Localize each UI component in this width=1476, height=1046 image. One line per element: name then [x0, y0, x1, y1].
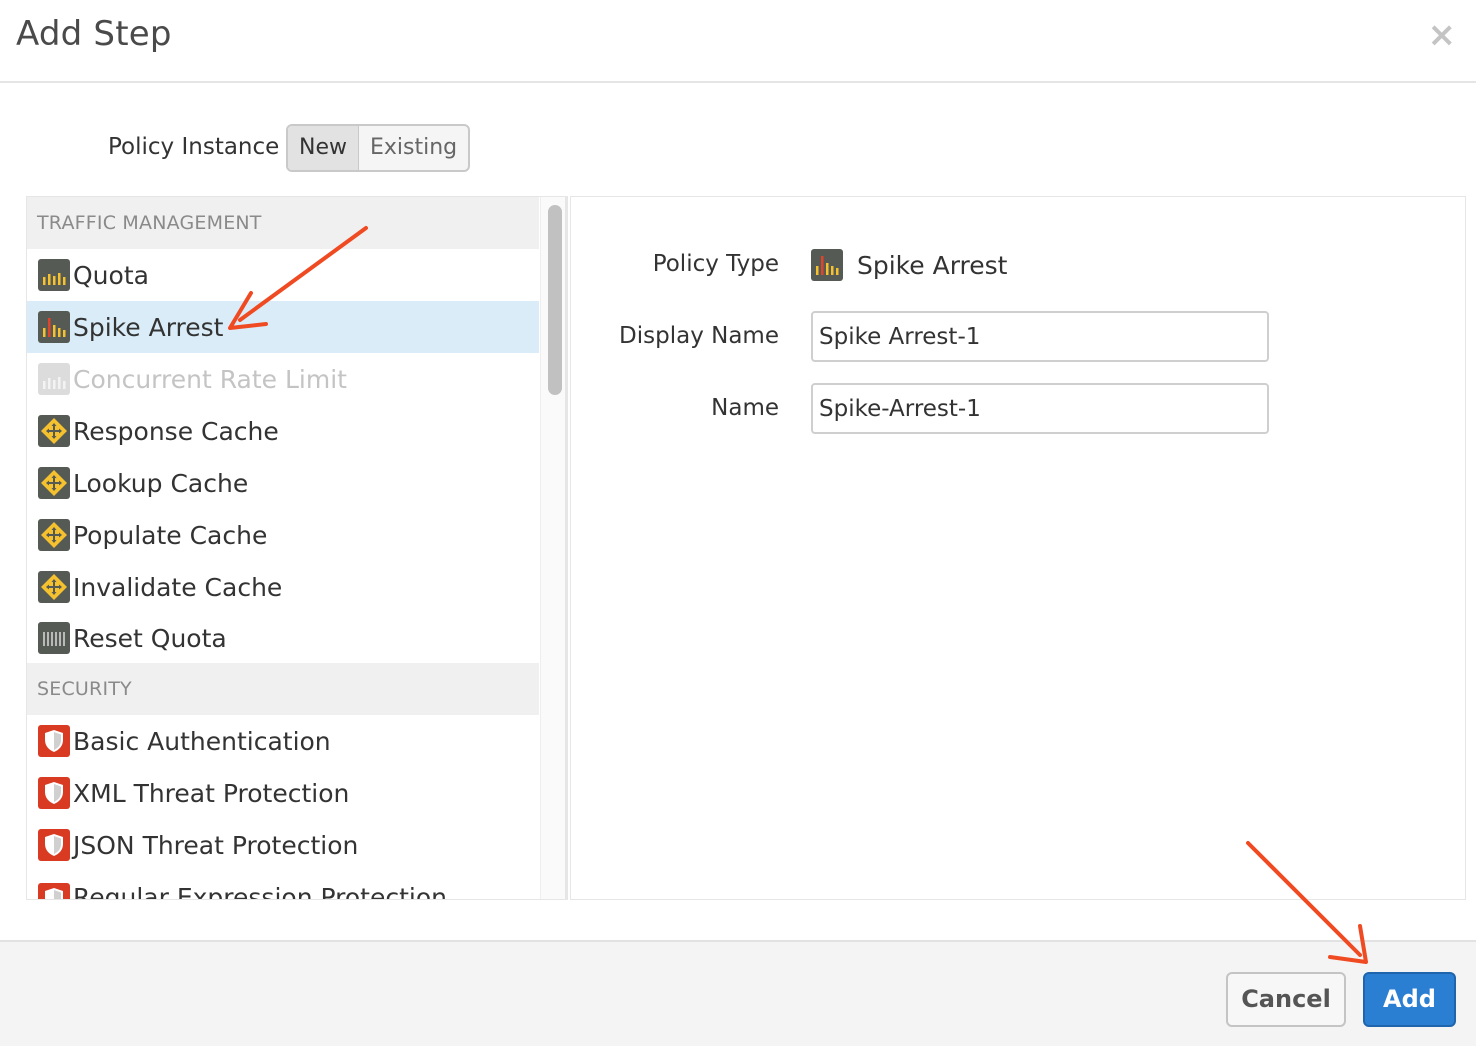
policy-item-label: JSON Threat Protection [73, 830, 359, 860]
policy-item-response-cache[interactable]: Response Cache [27, 405, 539, 457]
policy-item-label: Lookup Cache [73, 468, 249, 498]
policy-item-label: Populate Cache [73, 520, 268, 550]
dialog-title: Add Step [16, 14, 172, 54]
policy-instance-new-button[interactable]: New [288, 126, 359, 170]
concurrent-rate-limit-icon [38, 363, 70, 395]
reset-quota-icon [38, 622, 70, 654]
shield-icon [38, 777, 70, 809]
policy-item-populate-cache[interactable]: Populate Cache [27, 509, 539, 561]
policy-type-text: Spike Arrest [857, 250, 1008, 280]
policy-item-label: Spike Arrest [73, 312, 224, 342]
policy-item-label: Reset Quota [73, 623, 227, 653]
shield-icon [38, 725, 70, 757]
cache-icon [38, 519, 70, 551]
policy-item-label: Quota [73, 260, 149, 290]
policy-instance-existing-button[interactable]: Existing [359, 126, 468, 170]
policy-list: TRAFFIC MANAGEMENT Quota Spike Arrest Co… [27, 197, 539, 900]
policy-item-label: Regular Expression Protection [73, 883, 447, 900]
policy-item-label: Response Cache [73, 416, 279, 446]
scrollbar-thumb[interactable] [548, 205, 562, 395]
policy-instance-label: Policy Instance [108, 134, 280, 160]
cancel-button[interactable]: Cancel [1226, 972, 1346, 1027]
policy-item-label: Concurrent Rate Limit [73, 364, 347, 394]
spike-arrest-icon [811, 249, 843, 281]
policy-item-quota[interactable]: Quota [27, 249, 539, 301]
policy-item-reset-quota[interactable]: Reset Quota [27, 613, 539, 663]
spike-arrest-icon [38, 311, 70, 343]
policy-type-label: Policy Type [652, 251, 779, 277]
policy-item-lookup-cache[interactable]: Lookup Cache [27, 457, 539, 509]
add-button[interactable]: Add [1363, 972, 1456, 1027]
policy-item-basic-authentication[interactable]: Basic Authentication [27, 715, 539, 767]
name-field[interactable] [811, 383, 1269, 434]
policy-item-json-threat-protection[interactable]: JSON Threat Protection [27, 819, 539, 871]
name-label: Name [711, 395, 779, 421]
policy-instance-toggle: New Existing [286, 124, 471, 172]
policy-item-label: XML Threat Protection [73, 778, 350, 808]
policy-form-panel: Policy Type Spike Arrest Display Name Na… [570, 196, 1466, 900]
policy-item-label: Invalidate Cache [73, 572, 283, 602]
policy-type-value: Spike Arrest [811, 249, 1007, 281]
policy-item-label: Basic Authentication [73, 726, 331, 756]
policy-item-xml-threat-protection[interactable]: XML Threat Protection [27, 767, 539, 819]
display-name-field[interactable] [811, 311, 1269, 362]
cache-icon [38, 415, 70, 447]
dialog-footer: Cancel Add [0, 940, 1476, 1046]
policy-item-spike-arrest[interactable]: Spike Arrest [27, 301, 539, 353]
policy-list-scrollbar[interactable] [540, 197, 565, 899]
policy-item-regular-expression-protection[interactable]: Regular Expression Protection [27, 871, 539, 900]
policy-item-invalidate-cache[interactable]: Invalidate Cache [27, 561, 539, 613]
display-name-label: Display Name [619, 323, 779, 349]
category-header-traffic-management: TRAFFIC MANAGEMENT [27, 197, 539, 249]
policy-list-panel: TRAFFIC MANAGEMENT Quota Spike Arrest Co… [26, 196, 568, 900]
cache-icon [38, 571, 70, 603]
shield-icon [38, 829, 70, 861]
dialog-header: Add Step × [0, 0, 1476, 83]
quota-icon [38, 259, 70, 291]
close-icon[interactable]: × [1428, 18, 1457, 52]
cache-icon [38, 467, 70, 499]
category-header-security: SECURITY [27, 663, 539, 715]
shield-icon [38, 883, 70, 899]
policy-item-concurrent-rate-limit: Concurrent Rate Limit [27, 353, 539, 405]
